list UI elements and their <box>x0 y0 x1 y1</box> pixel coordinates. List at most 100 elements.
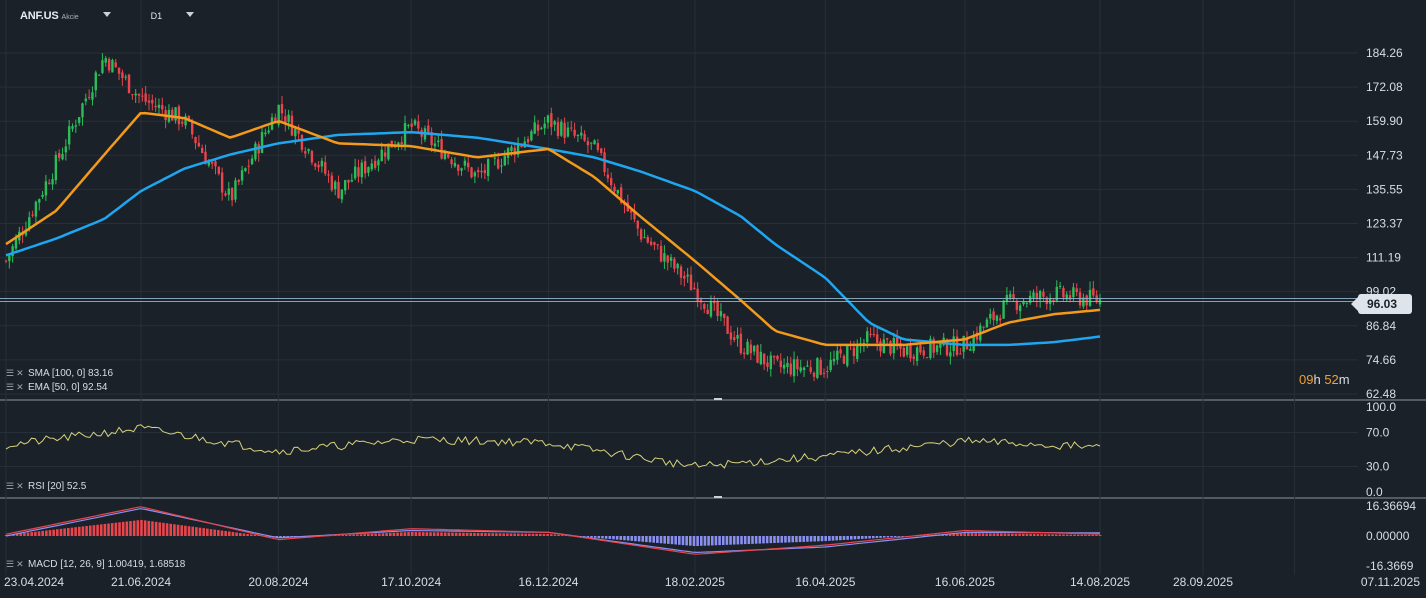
candle-body <box>177 106 181 125</box>
candle-body <box>736 335 739 339</box>
rsi-close-icon[interactable]: ✕ <box>16 481 24 492</box>
macd-histogram-bar <box>253 534 257 536</box>
macd-histogram-bar <box>440 532 443 536</box>
candle-body <box>796 359 799 370</box>
macd-settings-icon[interactable]: ☰ ✕ <box>6 559 28 570</box>
candle-body <box>114 62 117 68</box>
ema-close-icon[interactable]: ✕ <box>16 382 24 393</box>
macd-histogram-bar <box>970 533 974 536</box>
candle-body <box>217 166 221 174</box>
macd-histogram-bar <box>835 536 838 541</box>
candle-body <box>922 350 925 356</box>
price-panel-resize-handle[interactable] <box>714 398 722 400</box>
candle-body <box>440 138 443 159</box>
rsi-panel-resize-handle[interactable] <box>714 496 722 498</box>
candle-body <box>885 338 889 340</box>
candle-body <box>520 145 523 147</box>
macd-histogram-bar <box>418 532 421 536</box>
candle-body <box>719 311 723 317</box>
candle-body <box>603 152 606 173</box>
candle-body <box>97 74 101 76</box>
macd-histogram-bar <box>1091 534 1095 536</box>
candle-body <box>733 337 736 340</box>
macd-histogram-bar <box>630 536 634 541</box>
macd-histogram-bar <box>692 536 696 546</box>
macd-histogram-bar <box>992 533 996 536</box>
candle-body <box>500 165 503 167</box>
candle-body <box>493 157 497 159</box>
timeframe-dropdown-caret-icon[interactable] <box>186 12 195 17</box>
macd-histogram-bar <box>897 536 901 537</box>
candle-body <box>586 141 590 146</box>
time-tick-label: 16.04.2025 <box>795 575 855 589</box>
candle-body <box>560 121 563 136</box>
macd-histogram-bar <box>1036 534 1040 536</box>
candle-body <box>227 188 230 195</box>
macd-histogram-bar <box>173 524 176 536</box>
ema-settings-icon[interactable]: ☰ ✕ <box>6 382 28 393</box>
price-tick-label: 135.55 <box>1366 182 1403 196</box>
macd-histogram-bar <box>648 536 652 543</box>
macd-histogram-bar <box>831 536 835 541</box>
macd-histogram-bar <box>410 531 414 536</box>
time-tick-label: 23.04.2024 <box>4 575 64 589</box>
candle-body <box>194 137 197 144</box>
macd-histogram-bar <box>645 536 648 543</box>
symbol-dropdown-caret-icon[interactable] <box>102 12 111 17</box>
candle-body <box>669 257 673 261</box>
candle-body <box>846 345 849 366</box>
candle-body <box>360 162 363 178</box>
macd-histogram-bar <box>762 536 765 544</box>
macd-histogram-bar <box>77 526 81 536</box>
candle-body <box>383 152 387 157</box>
sma-close-icon[interactable]: ✕ <box>16 368 24 379</box>
candle-body <box>250 158 254 165</box>
candle-body <box>473 172 477 177</box>
macd-histogram-bar <box>517 533 520 536</box>
candle-body <box>752 345 756 352</box>
candle-body <box>357 167 360 177</box>
sma-settings-icon[interactable]: ☰ ✕ <box>6 368 28 379</box>
candle-body <box>673 258 676 269</box>
rsi-settings-icon[interactable]: ☰ ✕ <box>6 481 28 492</box>
macd-histogram-bar <box>462 532 465 536</box>
price-tick-label: 184.26 <box>1366 46 1403 60</box>
macd-close-icon[interactable]: ✕ <box>16 559 24 570</box>
macd-histogram-bar <box>473 532 476 536</box>
macd-histogram-bar <box>1051 534 1054 536</box>
candle-body <box>137 94 141 96</box>
macd-histogram-bar <box>37 531 41 536</box>
candle-body <box>879 341 882 352</box>
candles <box>4 53 1102 383</box>
macd-histogram-bar <box>710 536 714 546</box>
macd-histogram-bar <box>689 536 692 546</box>
candle-body <box>666 255 669 263</box>
candle-body <box>912 356 915 359</box>
macd-histogram-bar <box>857 536 860 540</box>
candle-body <box>869 333 872 335</box>
candle-body <box>151 99 154 104</box>
macd-histogram-bar <box>879 536 882 538</box>
time-tick-label: 21.06.2024 <box>111 575 171 589</box>
macd-histogram-bar <box>92 525 96 536</box>
candle-body <box>307 149 310 152</box>
candle-body <box>58 153 61 158</box>
symbol-name[interactable]: ANF.US <box>20 10 59 22</box>
macd-histogram-bar <box>729 536 732 545</box>
macd-histogram-bar <box>1010 533 1014 536</box>
macd-histogram-bar <box>967 533 970 536</box>
macd-histogram-bar <box>765 536 769 544</box>
chart[interactable]: 184.26 172.08 159.90 147.73 135.55 123.37 111.… <box>0 0 1426 598</box>
candle-body <box>809 367 812 372</box>
macd-histogram-bar <box>41 530 44 536</box>
timeframe-label[interactable]: D1 <box>151 11 163 21</box>
candle-body <box>989 313 992 319</box>
macd-histogram-bar <box>871 536 875 539</box>
rsi-tick-label: 0.0 <box>1366 485 1383 499</box>
macd-histogram-bar <box>23 532 26 536</box>
rsi-legend: ☰ ✕ RSI [20] 52.5 <box>6 481 86 492</box>
candle-body <box>739 333 743 354</box>
candle-body <box>496 159 500 169</box>
macd-histogram-bar <box>476 532 480 536</box>
macd-legend-label: MACD [12, 26, 9] 1.00419, 1.68518 <box>28 559 186 570</box>
